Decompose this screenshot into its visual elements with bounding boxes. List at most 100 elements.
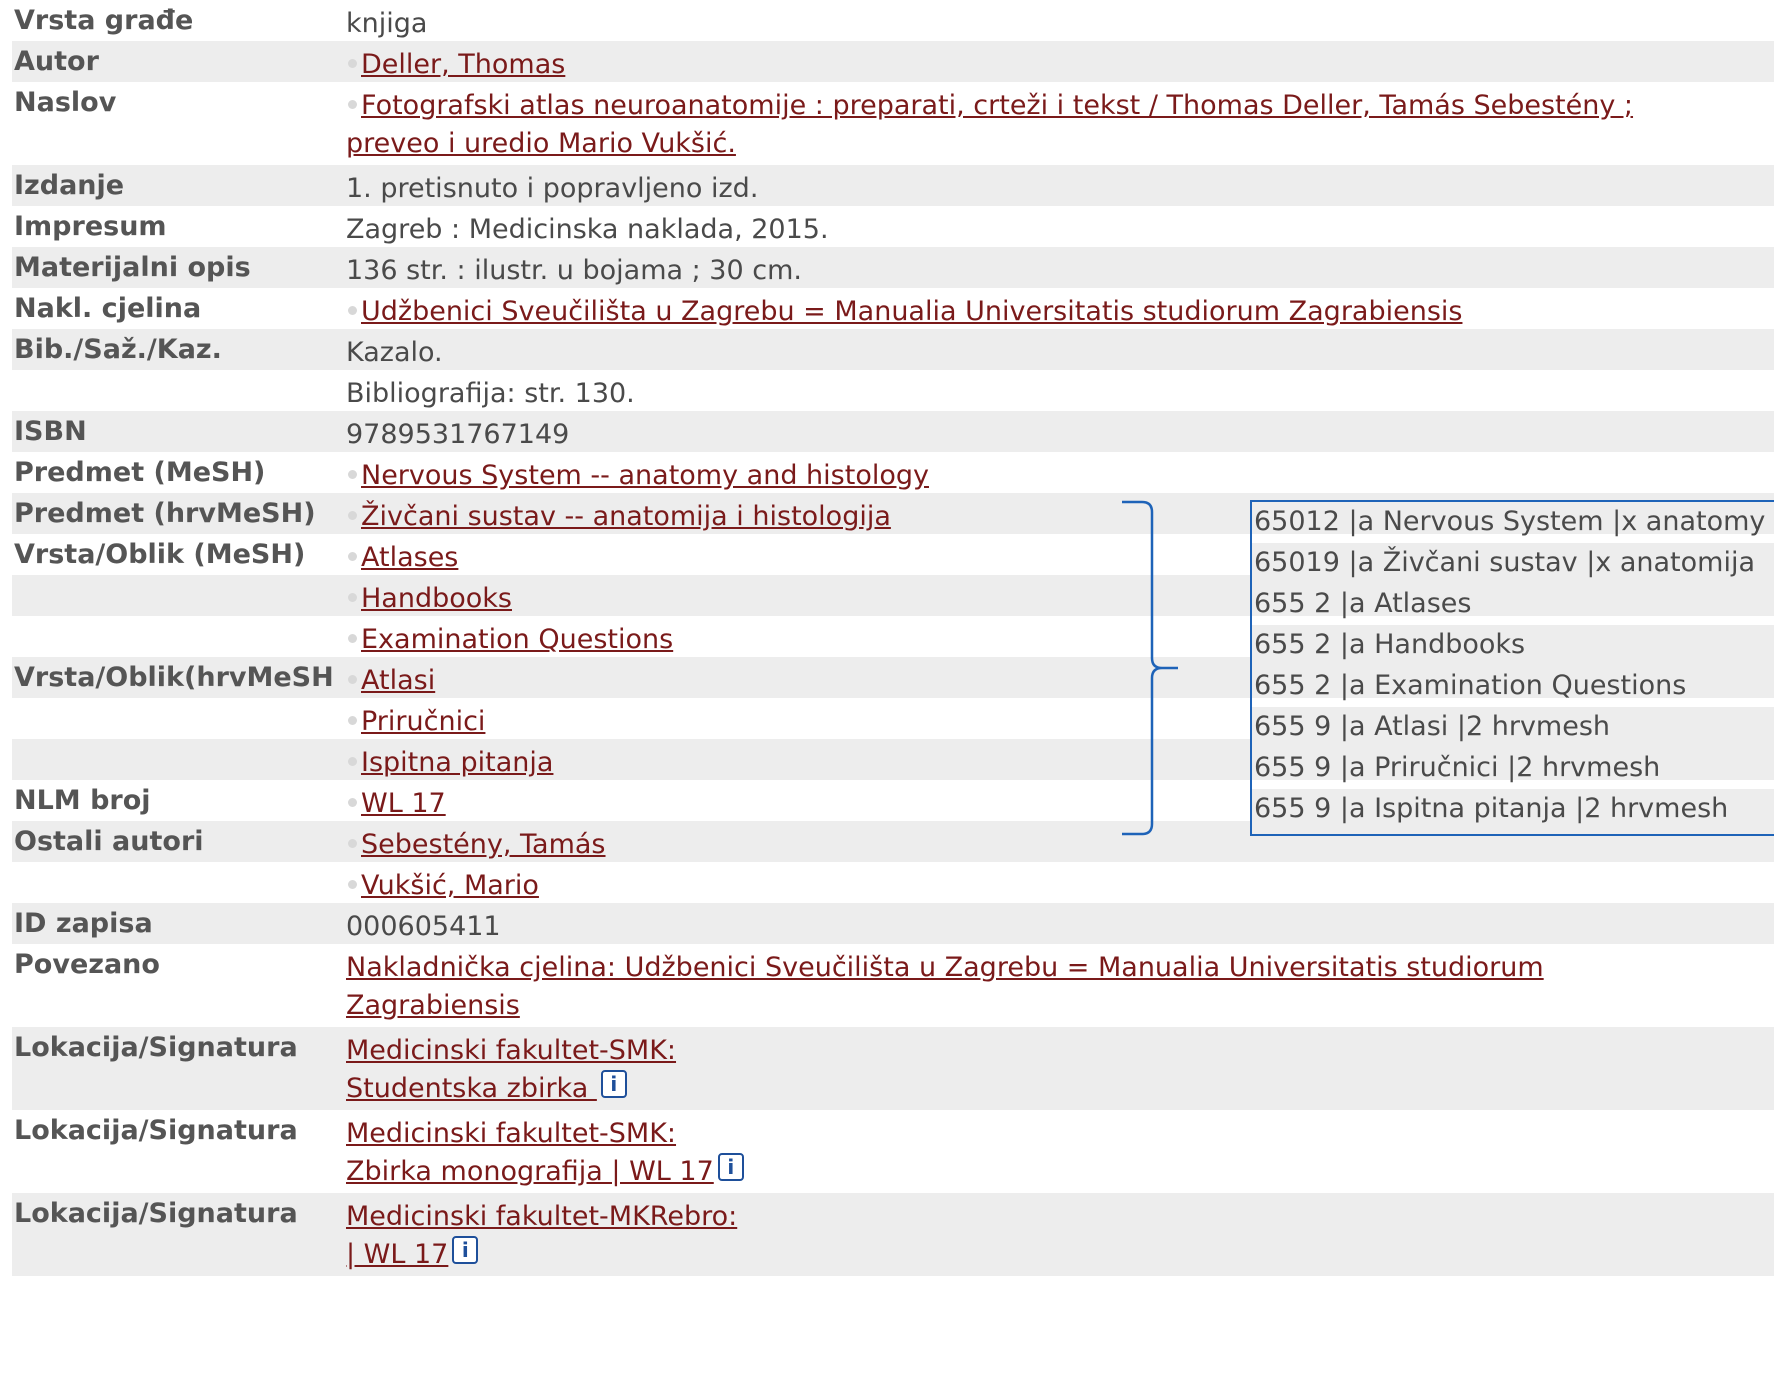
bullet-icon xyxy=(348,59,357,68)
field-label: Vrsta građe xyxy=(14,5,194,36)
bullet-icon xyxy=(348,839,357,848)
field-value: Medicinski fakultet-SMK: Studentska zbir… xyxy=(346,1032,1774,1108)
field-label: Izdanje xyxy=(14,170,125,201)
field-label: Lokacija/Signatura xyxy=(14,1198,298,1229)
info-icon[interactable]: i xyxy=(452,1236,479,1264)
field-label: Vrsta/Oblik(hrvMeSH xyxy=(14,662,334,693)
field-value: Medicinski fakultet-SMK: Zbirka monograf… xyxy=(346,1115,1774,1191)
marc-field-line: 655 2 |a Examination Questions xyxy=(1254,670,1687,701)
record-row: Autor Deller, Thomas xyxy=(12,41,1774,82)
field-label: Predmet (MeSH) xyxy=(14,457,266,488)
field-label: Bib./Saž./Kaz. xyxy=(14,334,222,365)
value-link[interactable]: Živčani sustav -- anatomija i histologij… xyxy=(361,501,891,532)
value-line: Nakladnička cjelina: Udžbenici Sveučiliš… xyxy=(346,949,1774,987)
bullet-icon xyxy=(348,593,357,602)
field-label: Impresum xyxy=(14,211,167,242)
value-text: 000605411 xyxy=(346,911,501,942)
value-line: 1. pretisnuto i popravljeno izd. xyxy=(346,170,1774,208)
marc-field-line: 655 2 |a Handbooks xyxy=(1252,625,1774,665)
value-text: knjiga xyxy=(346,8,428,39)
value-link[interactable]: Nervous System -- anatomy and histology xyxy=(361,460,929,491)
marc-fields-box: 65012 |a Nervous System |x anatomy 65019 … xyxy=(1250,500,1774,836)
value-line: Bibliografija: str. 130. xyxy=(346,375,1774,413)
record-row: Impresum Zagreb : Medicinska naklada, 201… xyxy=(12,206,1774,247)
value-link[interactable]: Atlases xyxy=(361,542,458,573)
field-value: 1. pretisnuto i popravljeno izd. xyxy=(346,170,1774,208)
bullet-icon xyxy=(348,675,357,684)
field-label: Povezano xyxy=(14,949,160,980)
field-label: ID zapisa xyxy=(14,908,153,939)
value-line: knjiga xyxy=(346,5,1774,43)
field-label: Predmet (hrvMeSH) xyxy=(14,498,316,529)
value-link[interactable]: Deller, Thomas xyxy=(361,49,565,80)
value-line: 9789531767149 xyxy=(346,416,1774,454)
value-link[interactable]: Ispitna pitanja xyxy=(361,747,553,778)
value-link[interactable]: Fotografski atlas neuroanatomije : prepa… xyxy=(361,90,1633,121)
field-label: Materijalni opis xyxy=(14,252,251,283)
field-value: Deller, Thomas xyxy=(346,46,1774,84)
value-link[interactable]: Zagrabiensis xyxy=(346,990,520,1021)
value-text: Zagreb : Medicinska naklada, 2015. xyxy=(346,214,829,245)
value-link[interactable]: Studentska zbirka xyxy=(346,1073,597,1104)
record-row: Lokacija/Signatura Medicinski fakultet-SM… xyxy=(12,1110,1774,1193)
value-line: Medicinski fakultet-SMK: xyxy=(346,1115,1774,1153)
record-row: Lokacija/Signatura Medicinski fakultet-MK… xyxy=(12,1193,1774,1276)
marc-field-line: 655 2 |a Atlases xyxy=(1254,588,1472,619)
marc-field-line: 65012 |a Nervous System |x anatomy xyxy=(1254,506,1766,537)
value-link[interactable]: Sebestény, Tamás xyxy=(361,829,606,860)
value-line: Zbirka monografija | WL 17 i xyxy=(346,1153,1774,1191)
value-link[interactable]: preveo i uredio Mario Vukšić. xyxy=(346,128,736,159)
field-value: Nervous System -- anatomy and histology xyxy=(346,457,1774,495)
record-row: Bib./Saž./Kaz. Kazalo. xyxy=(12,329,1774,370)
bullet-icon xyxy=(348,634,357,643)
value-link[interactable]: Medicinski fakultet-MKRebro: xyxy=(346,1201,737,1232)
value-link[interactable]: Medicinski fakultet-SMK: xyxy=(346,1035,676,1066)
record-row: ID zapisa 000605411 xyxy=(12,903,1774,944)
value-link[interactable]: Priručnici xyxy=(361,706,485,737)
field-label: Vrsta/Oblik (MeSH) xyxy=(14,539,306,570)
value-text: Bibliografija: str. 130. xyxy=(346,378,635,409)
field-value: Bibliografija: str. 130. xyxy=(346,375,1774,413)
field-value: knjiga xyxy=(346,5,1774,43)
bullet-icon xyxy=(348,306,357,315)
record-row: Vrsta građe knjiga xyxy=(12,0,1774,41)
record-row: Povezano Nakladnička cjelina: Udžbenici S… xyxy=(12,944,1774,1027)
field-label: Lokacija/Signatura xyxy=(14,1115,298,1146)
record-row: Bibliografija: str. 130. xyxy=(12,370,1774,411)
field-label: Lokacija/Signatura xyxy=(14,1032,298,1063)
info-icon[interactable]: i xyxy=(600,1070,627,1098)
value-line: Zagrabiensis xyxy=(346,987,1774,1025)
record-row: Vukšić, Mario xyxy=(12,862,1774,903)
value-line: Studentska zbirka i xyxy=(346,1070,1774,1108)
field-label: Autor xyxy=(14,46,99,77)
value-link[interactable]: Nakladnička cjelina: Udžbenici Sveučiliš… xyxy=(346,952,1544,983)
annotation-brace xyxy=(1122,500,1178,836)
value-link[interactable]: Examination Questions xyxy=(361,624,673,655)
field-value: Udžbenici Sveučilišta u Zagrebu = Manual… xyxy=(346,293,1774,331)
value-line: Deller, Thomas xyxy=(346,46,1774,84)
value-line: Fotografski atlas neuroanatomije : prepa… xyxy=(346,87,1774,125)
field-value: Medicinski fakultet-MKRebro: | WL 17 i xyxy=(346,1198,1774,1274)
marc-field-line: 655 9 |a Atlasi |2 hrvmesh xyxy=(1252,707,1774,747)
field-value: Zagreb : Medicinska naklada, 2015. xyxy=(346,211,1774,249)
info-icon[interactable]: i xyxy=(717,1153,744,1181)
field-value: 000605411 xyxy=(346,908,1774,946)
value-link[interactable]: Udžbenici Sveučilišta u Zagrebu = Manual… xyxy=(361,296,1462,327)
value-link[interactable]: WL 17 xyxy=(361,788,446,819)
bullet-icon xyxy=(348,798,357,807)
record-row: Materijalni opis 136 str. : ilustr. u boj… xyxy=(12,247,1774,288)
record-row: Izdanje 1. pretisnuto i popravljeno izd. xyxy=(12,165,1774,206)
value-line: Medicinski fakultet-MKRebro: xyxy=(346,1198,1774,1236)
value-link[interactable]: Medicinski fakultet-SMK: xyxy=(346,1118,676,1149)
value-link[interactable]: | WL 17 xyxy=(346,1239,448,1270)
bullet-icon xyxy=(348,100,357,109)
marc-field-line: 655 9 |a Ispitna pitanja |2 hrvmesh xyxy=(1252,789,1774,829)
bullet-icon xyxy=(348,757,357,766)
value-link[interactable]: Zbirka monografija | WL 17 xyxy=(346,1156,714,1187)
value-line: | WL 17 i xyxy=(346,1236,1774,1274)
value-link[interactable]: Vukšić, Mario xyxy=(361,870,539,901)
field-value: Fotografski atlas neuroanatomije : prepa… xyxy=(346,87,1774,163)
value-line: Nervous System -- anatomy and histology xyxy=(346,457,1774,495)
value-link[interactable]: Atlasi xyxy=(361,665,435,696)
value-link[interactable]: Handbooks xyxy=(361,583,512,614)
